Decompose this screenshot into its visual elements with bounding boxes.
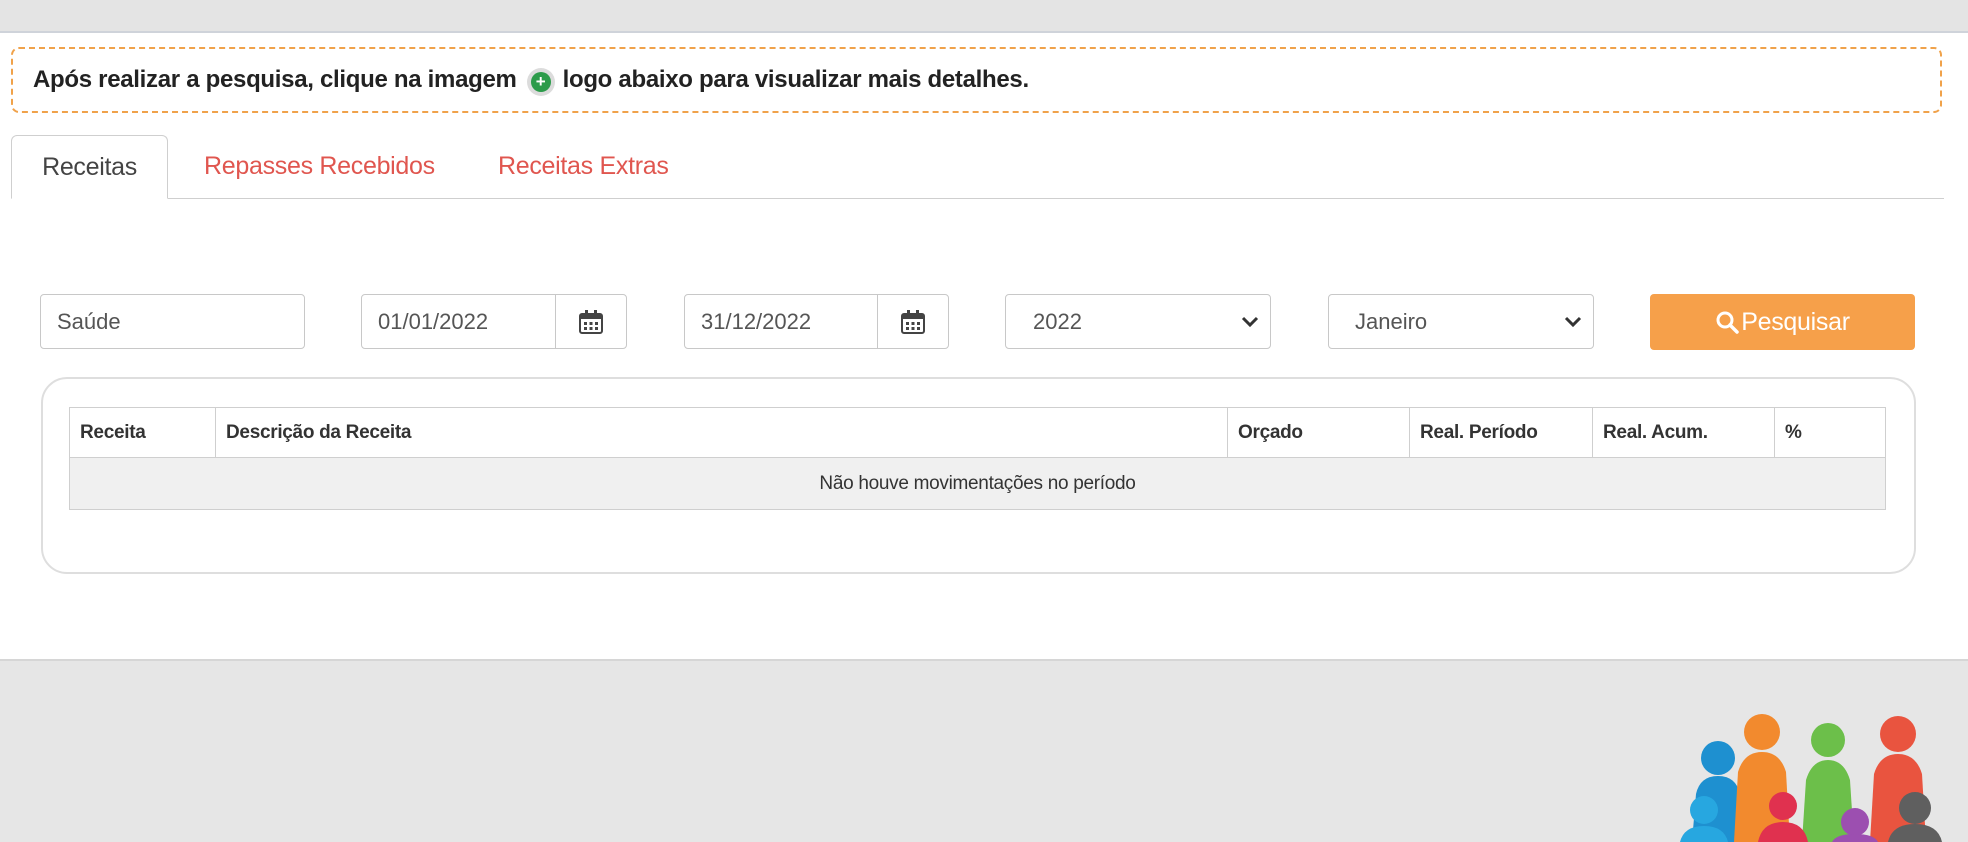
chevron-down-icon	[1230, 315, 1270, 329]
plus-circle-icon: +	[526, 68, 555, 96]
table-row: Não houve movimentações no período	[69, 457, 1886, 510]
tab-receitas[interactable]: Receitas	[11, 135, 168, 199]
column-header-real-periodo[interactable]: Real. Período	[1409, 407, 1593, 458]
column-header-descricao[interactable]: Descrição da Receita	[215, 407, 1228, 458]
column-header-orcado[interactable]: Orçado	[1227, 407, 1410, 458]
end-date-value: 31/12/2022	[701, 308, 812, 334]
people-group-logo	[1680, 714, 1942, 842]
info-notice: Após realizar a pesquisa, clique na imag…	[11, 47, 1942, 113]
calendar-icon[interactable]	[877, 295, 948, 348]
month-value: Janeiro	[1355, 308, 1428, 334]
notice-text-before: Após realizar a pesquisa, clique na imag…	[33, 66, 517, 93]
category-input[interactable]: Saúde	[40, 294, 305, 349]
category-value: Saúde	[57, 308, 121, 334]
tab-bar: Receitas Repasses Recebidos Receitas Ext…	[11, 135, 1944, 199]
top-bar	[0, 0, 1968, 33]
start-date-value: 01/01/2022	[378, 308, 489, 334]
year-select[interactable]: 2022	[1005, 294, 1271, 349]
start-date-field[interactable]: 01/01/2022	[361, 294, 627, 349]
column-header-receita[interactable]: Receita	[69, 407, 216, 458]
end-date-field[interactable]: 31/12/2022	[684, 294, 949, 349]
calendar-icon[interactable]	[555, 295, 626, 348]
table-header-row: Receita Descrição da Receita Orçado Real…	[69, 407, 1886, 458]
notice-text-after: logo abaixo para visualizar mais detalhe…	[562, 66, 1030, 93]
year-value: 2022	[1033, 308, 1082, 334]
search-button[interactable]: Pesquisar	[1650, 294, 1915, 350]
empty-message: Não houve movimentações no período	[69, 457, 1886, 510]
search-icon	[1715, 310, 1739, 334]
column-header-real-acum[interactable]: Real. Acum.	[1592, 407, 1775, 458]
month-select[interactable]: Janeiro	[1328, 294, 1594, 349]
chevron-down-icon	[1553, 315, 1593, 329]
column-header-percent[interactable]: %	[1774, 407, 1886, 458]
search-button-label: Pesquisar	[1741, 307, 1850, 336]
tab-receitas-extras[interactable]: Receitas Extras	[498, 135, 669, 198]
tab-repasses-recebidos[interactable]: Repasses Recebidos	[204, 135, 435, 198]
revenue-table: Receita Descrição da Receita Orçado Real…	[69, 407, 1886, 510]
